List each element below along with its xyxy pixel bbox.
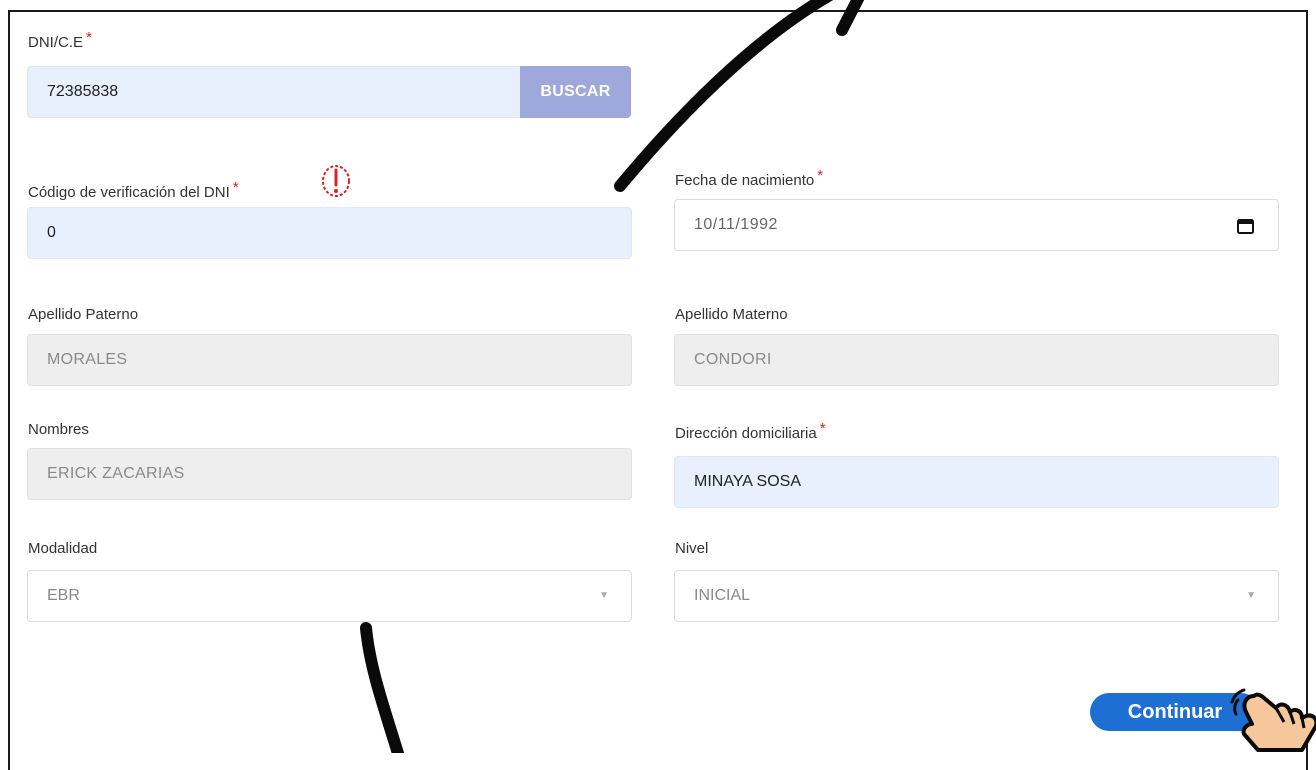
- level-label: Nivel: [675, 540, 709, 557]
- required-marker: *: [86, 29, 92, 46]
- birthdate-label: Fecha de nacimiento *: [675, 167, 824, 189]
- modality-select[interactable]: EBR ▼: [27, 570, 632, 622]
- names-label: Nombres: [28, 421, 89, 438]
- required-marker: *: [817, 167, 824, 184]
- paternal-surname-label: Apellido Paterno: [28, 306, 139, 323]
- form-panel: [8, 10, 1308, 770]
- paternal-surname-field: MORALES: [27, 334, 632, 386]
- level-select[interactable]: INICIAL ▼: [674, 570, 1279, 622]
- required-marker: *: [232, 179, 239, 196]
- names-field: ERICK ZACARIAS: [27, 448, 632, 500]
- chevron-down-icon: ▼: [599, 590, 609, 601]
- chevron-down-icon: ▼: [1246, 590, 1256, 601]
- dni-label: DNI/C.E *: [28, 29, 92, 51]
- birthdate-input[interactable]: 10/11/1992: [674, 199, 1279, 251]
- verification-code-label: Código de verificación del DNI *: [28, 179, 239, 201]
- exclamation-circle-icon: [322, 165, 350, 197]
- required-marker: *: [819, 420, 826, 437]
- verification-code-input[interactable]: 0: [27, 207, 632, 259]
- address-input[interactable]: MINAYA SOSA: [674, 456, 1279, 508]
- calendar-icon[interactable]: [1237, 218, 1254, 234]
- address-label: Dirección domiciliaria *: [675, 420, 826, 442]
- maternal-surname-field: CONDORI: [674, 334, 1279, 386]
- dni-input[interactable]: 72385838: [27, 66, 521, 118]
- modality-label: Modalidad: [28, 540, 98, 557]
- continue-button[interactable]: Continuar: [1090, 693, 1260, 731]
- search-button[interactable]: BUSCAR: [520, 66, 631, 118]
- maternal-surname-label: Apellido Materno: [675, 306, 788, 323]
